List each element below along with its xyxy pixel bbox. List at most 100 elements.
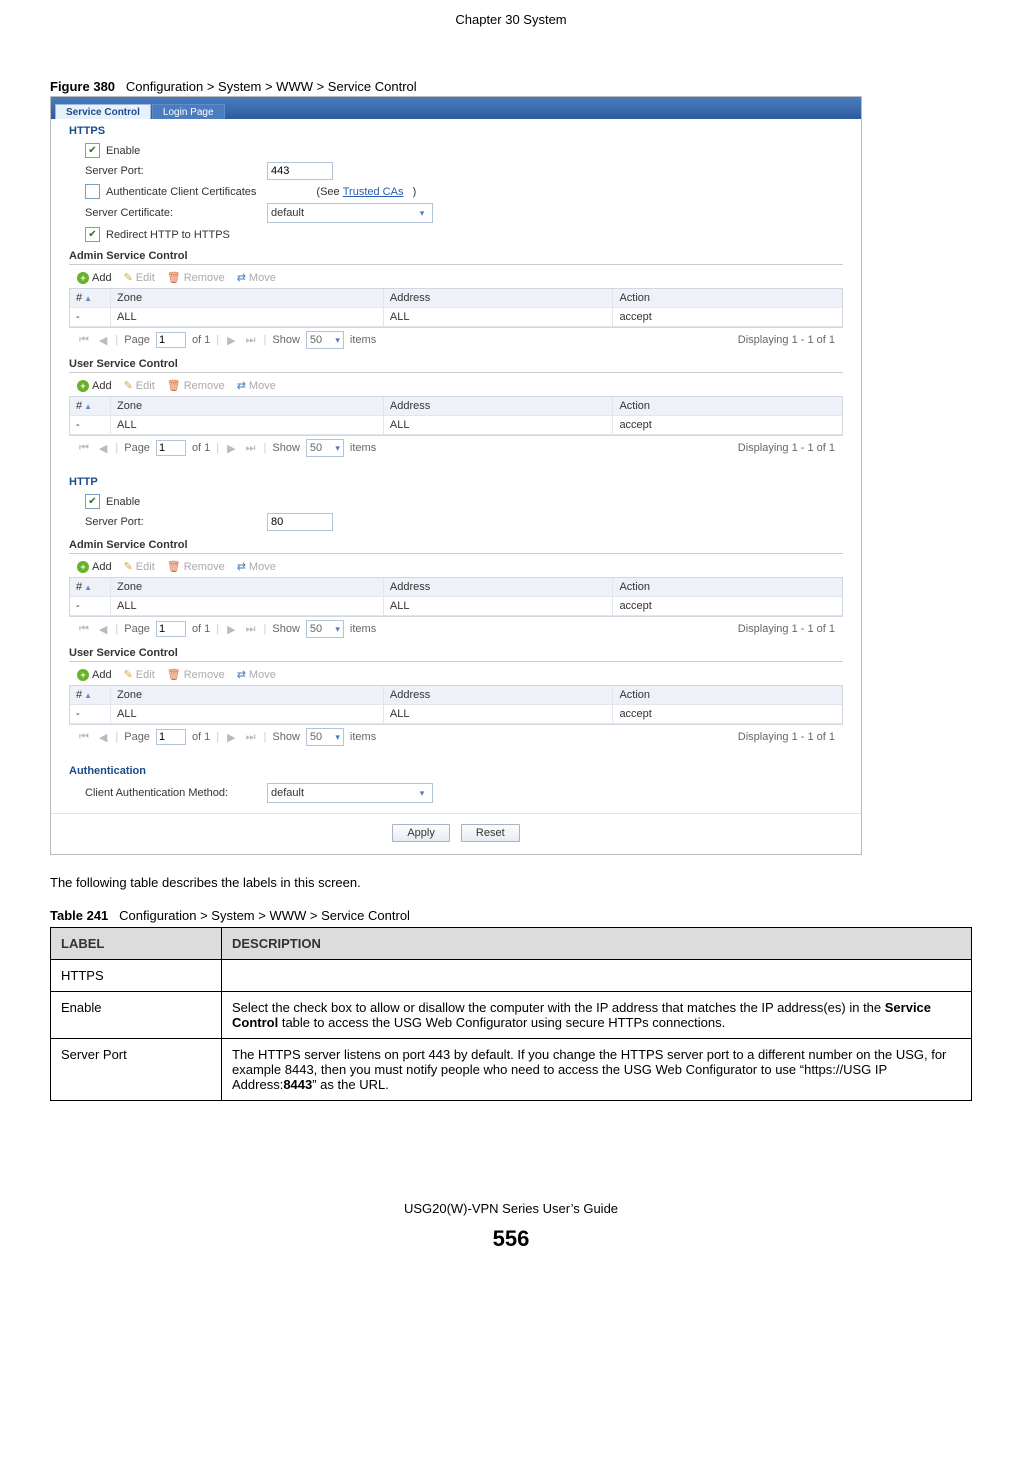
col-zone[interactable]: Zone <box>111 578 384 596</box>
https-server-port-input[interactable] <box>267 162 333 180</box>
move-button[interactable]: ⇄Move <box>237 668 276 681</box>
table-row: Server Port The HTTPS server listens on … <box>51 1039 972 1101</box>
first-page-button[interactable]: ⏮ <box>77 623 91 636</box>
https-redirect-checkbox[interactable]: ✔ <box>85 227 100 242</box>
page-input[interactable] <box>156 621 186 637</box>
page-number: 556 <box>50 1226 972 1252</box>
col-index[interactable]: # ▲ <box>70 397 111 415</box>
edit-button[interactable]: ✎Edit <box>124 379 155 392</box>
move-button[interactable]: ⇄Move <box>237 271 276 284</box>
section-http: HTTP <box>51 470 861 492</box>
add-button[interactable]: +Add <box>77 272 112 284</box>
cell-label: Server Port <box>51 1039 222 1101</box>
screenshot-pane: Service Control Login Page HTTPS ✔ Enabl… <box>50 96 862 855</box>
chevron-down-icon: ▾ <box>335 443 340 454</box>
next-page-button[interactable]: ▶ <box>225 623 237 636</box>
remove-button[interactable]: 🗑Remove <box>167 668 225 681</box>
pager: ⏮ ◀ | Page of 1 | ▶ ⏭ | Show 50▾ items D… <box>69 725 843 749</box>
add-button[interactable]: +Add <box>77 561 112 573</box>
first-page-button[interactable]: ⏮ <box>77 731 91 744</box>
page-input[interactable] <box>156 729 186 745</box>
button-row: Apply Reset <box>51 813 861 854</box>
tab-service-control[interactable]: Service Control <box>55 104 151 119</box>
footer-text: USG20(W)-VPN Series User’s Guide <box>50 1201 972 1226</box>
add-button[interactable]: +Add <box>77 669 112 681</box>
table-row[interactable]: - ALL ALL accept <box>70 705 842 724</box>
col-zone[interactable]: Zone <box>111 289 384 307</box>
col-index[interactable]: # ▲ <box>70 578 111 596</box>
move-button[interactable]: ⇄Move <box>237 379 276 392</box>
prev-page-button[interactable]: ◀ <box>97 623 109 636</box>
col-action[interactable]: Action <box>613 289 842 307</box>
col-action[interactable]: Action <box>613 686 842 704</box>
auth-method-label: Client Authentication Method: <box>85 787 267 799</box>
tab-login-page[interactable]: Login Page <box>152 104 225 119</box>
cell-desc: The HTTPS server listens on port 443 by … <box>222 1039 972 1101</box>
first-page-button[interactable]: ⏮ <box>77 334 91 347</box>
https-auth-cc-checkbox[interactable] <box>85 184 100 199</box>
toolbar: +Add ✎Edit 🗑Remove ⇄Move <box>69 377 843 396</box>
col-action[interactable]: Action <box>613 578 842 596</box>
col-address[interactable]: Address <box>384 289 614 307</box>
last-page-button[interactable]: ⏭ <box>244 731 258 744</box>
edit-button[interactable]: ✎Edit <box>124 560 155 573</box>
auth-method-select[interactable]: default ▾ <box>267 783 433 803</box>
https-user-grid: # ▲ Zone Address Action - ALL ALL accept <box>69 396 843 436</box>
reset-button[interactable]: Reset <box>461 824 520 842</box>
sort-icon: ▲ <box>84 402 92 411</box>
table-row[interactable]: - ALL ALL accept <box>70 597 842 616</box>
http-server-port-input[interactable] <box>267 513 333 531</box>
col-index[interactable]: # ▲ <box>70 289 111 307</box>
remove-button[interactable]: 🗑Remove <box>167 379 225 392</box>
http-server-port-label: Server Port: <box>85 516 267 528</box>
col-zone[interactable]: Zone <box>111 686 384 704</box>
next-page-button[interactable]: ▶ <box>225 731 237 744</box>
next-page-button[interactable]: ▶ <box>225 442 237 455</box>
https-enable-checkbox[interactable]: ✔ <box>85 143 100 158</box>
next-page-button[interactable]: ▶ <box>225 334 237 347</box>
chevron-down-icon: ▾ <box>335 732 340 743</box>
chevron-down-icon: ▾ <box>415 208 429 219</box>
apply-button[interactable]: Apply <box>392 824 450 842</box>
prev-page-button[interactable]: ◀ <box>97 442 109 455</box>
edit-button[interactable]: ✎Edit <box>124 668 155 681</box>
page-size-select[interactable]: 50▾ <box>306 439 344 457</box>
move-icon: ⇄ <box>237 379 246 392</box>
col-address[interactable]: Address <box>384 578 614 596</box>
table-row[interactable]: - ALL ALL accept <box>70 416 842 435</box>
edit-icon: ✎ <box>124 379 133 392</box>
page-size-select[interactable]: 50▾ <box>306 331 344 349</box>
col-address[interactable]: Address <box>384 397 614 415</box>
first-page-button[interactable]: ⏮ <box>77 442 91 455</box>
last-page-button[interactable]: ⏭ <box>244 442 258 455</box>
move-button[interactable]: ⇄Move <box>237 560 276 573</box>
trusted-cas-link[interactable]: Trusted CAs <box>343 186 404 198</box>
prev-page-button[interactable]: ◀ <box>97 731 109 744</box>
col-index[interactable]: # ▲ <box>70 686 111 704</box>
page-size-select[interactable]: 50▾ <box>306 620 344 638</box>
col-zone[interactable]: Zone <box>111 397 384 415</box>
https-server-cert-value: default <box>271 207 304 219</box>
remove-button[interactable]: 🗑Remove <box>167 271 225 284</box>
col-address[interactable]: Address <box>384 686 614 704</box>
page-input[interactable] <box>156 440 186 456</box>
table-row[interactable]: - ALL ALL accept <box>70 308 842 327</box>
add-button[interactable]: +Add <box>77 380 112 392</box>
http-enable-checkbox[interactable]: ✔ <box>85 494 100 509</box>
remove-button[interactable]: 🗑Remove <box>167 560 225 573</box>
following-text: The following table describes the labels… <box>50 875 972 890</box>
page-input[interactable] <box>156 332 186 348</box>
last-page-button[interactable]: ⏭ <box>244 623 258 636</box>
col-action[interactable]: Action <box>613 397 842 415</box>
sort-icon: ▲ <box>84 294 92 303</box>
move-icon: ⇄ <box>237 668 246 681</box>
add-icon: + <box>77 272 89 284</box>
th-desc: DESCRIPTION <box>222 928 972 960</box>
https-server-cert-select[interactable]: default ▾ <box>267 203 433 223</box>
prev-page-button[interactable]: ◀ <box>97 334 109 347</box>
page-size-select[interactable]: 50▾ <box>306 728 344 746</box>
display-count: Displaying 1 - 1 of 1 <box>738 731 835 743</box>
chapter-header: Chapter 30 System <box>50 0 972 39</box>
last-page-button[interactable]: ⏭ <box>244 334 258 347</box>
edit-button[interactable]: ✎Edit <box>124 271 155 284</box>
